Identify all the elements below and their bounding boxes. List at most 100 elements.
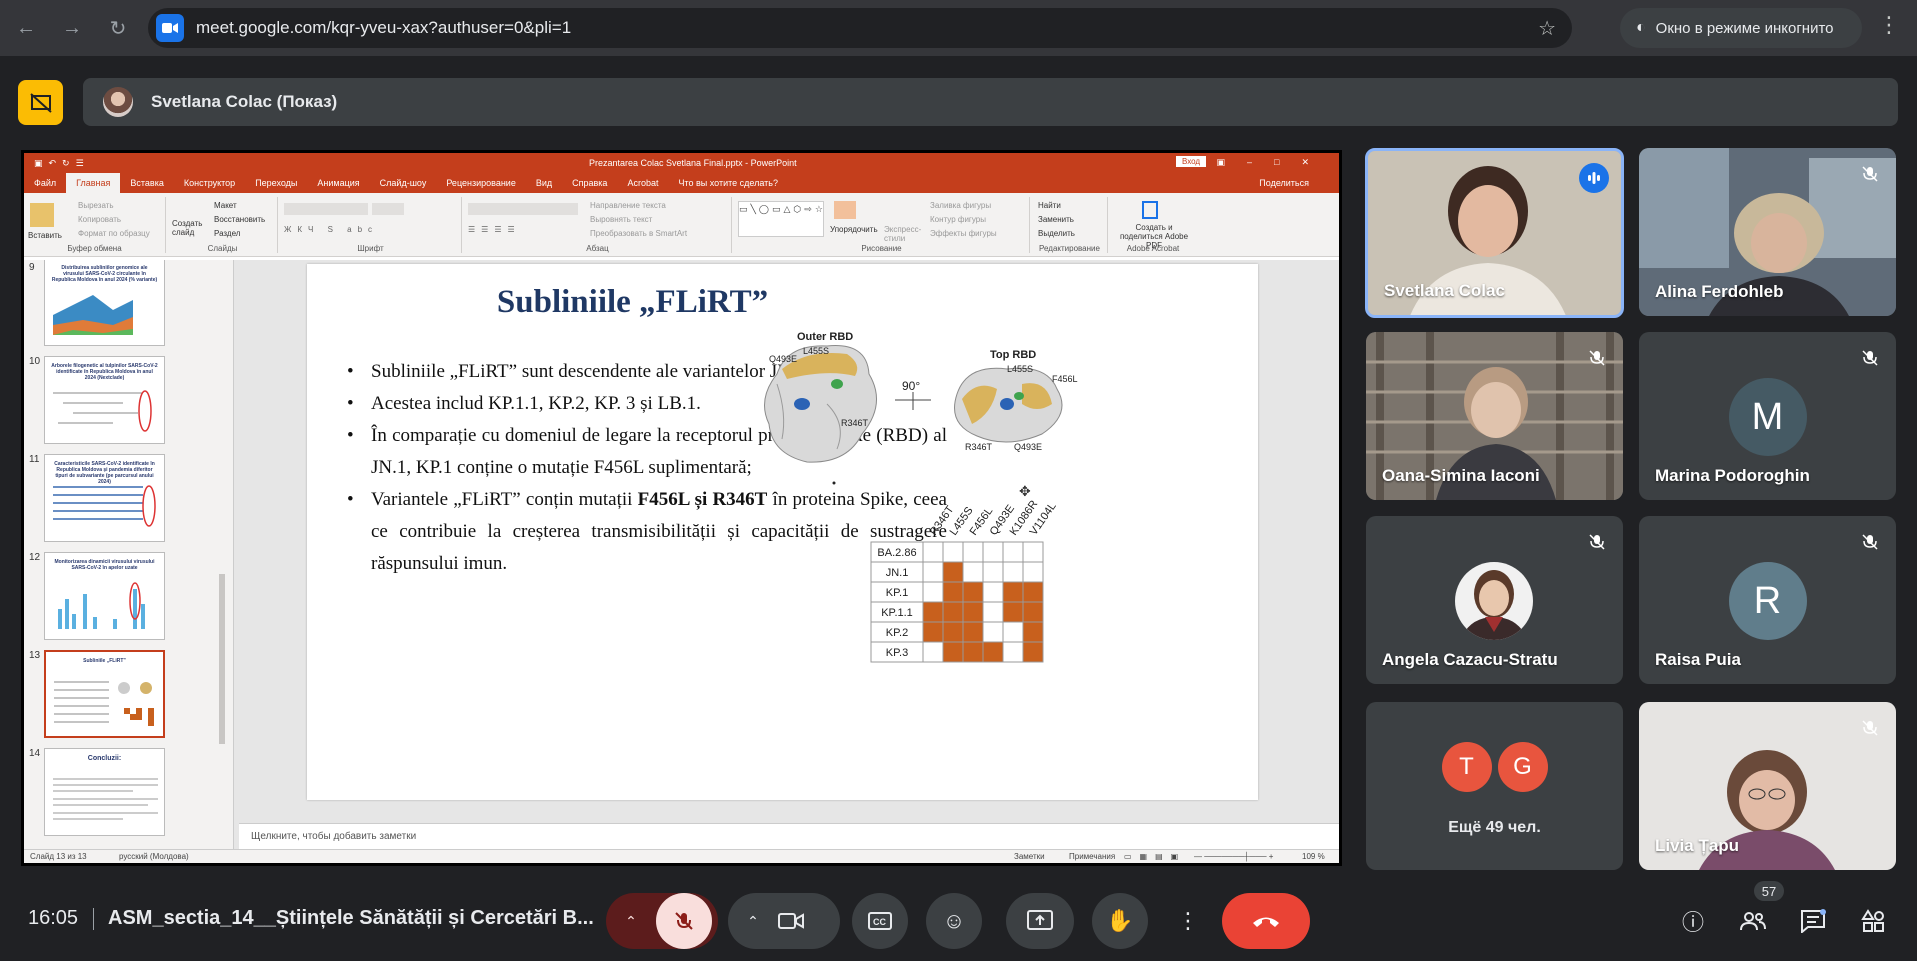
notes-pane[interactable]: Щелкните, чтобы добавить заметки (239, 823, 1339, 849)
replace-button[interactable]: Заменить (1038, 215, 1074, 224)
activities-icon[interactable] (1856, 904, 1890, 938)
slide-thumbnail[interactable]: Caracteristicile SARS-CoV-2 identificate… (44, 454, 165, 542)
present-button[interactable] (1006, 893, 1074, 949)
ppt-tab[interactable]: Вставка (120, 178, 173, 193)
url-text[interactable]: meet.google.com/kqr-yveu-xax?authuser=0&… (196, 18, 571, 38)
back-icon[interactable]: ← (6, 8, 46, 48)
participant-tile[interactable]: Svetlana Colac (1365, 148, 1624, 318)
reload-icon[interactable]: ↻ (98, 8, 138, 48)
ppt-tab[interactable]: Вид (526, 178, 562, 193)
layout-button[interactable]: Макет (214, 201, 237, 210)
slide-thumbnail[interactable]: Arborele filogenetic al tulpinilor SARS-… (44, 356, 165, 444)
font-family-select[interactable] (284, 203, 368, 215)
zoom-slider[interactable]: — ───────┼─── + (1194, 852, 1273, 861)
paragraph-group: ☰☰☰☰ Направление текста Выровнять текст … (464, 197, 732, 253)
people-icon[interactable] (1736, 904, 1770, 938)
align-text-button[interactable]: Выровнять текст (590, 215, 652, 224)
ppt-tell-me[interactable]: Что вы хотите сделать? (668, 178, 788, 193)
text-direction-button[interactable]: Направление текста (590, 201, 666, 210)
meeting-info-icon[interactable]: ⓘ (1676, 904, 1710, 938)
section-button[interactable]: Раздел (214, 229, 240, 238)
participant-tile[interactable]: Livia Țapu (1639, 702, 1896, 870)
shape-fill-button[interactable]: Заливка фигуры (930, 201, 991, 210)
forward-icon[interactable]: → (52, 8, 92, 48)
matrix-cell (1022, 541, 1044, 563)
slide-thumbnail[interactable]: Monitorizarea dinamicii virusului virusu… (44, 552, 165, 640)
slide-thumbnail-selected[interactable]: Subliniile „FLiRT” (44, 650, 165, 738)
avatar: G (1497, 742, 1548, 792)
ppt-tab[interactable]: Acrobat (617, 178, 668, 193)
arrange-button[interactable]: Упорядочить (830, 225, 878, 234)
slide-thumbnail[interactable]: Distribuirea subliniilor genomice ale vi… (44, 260, 165, 346)
notes-toggle[interactable]: Заметки (1014, 852, 1045, 861)
presentation-icon[interactable] (18, 80, 63, 125)
new-slide-button[interactable]: Создать слайд (172, 219, 206, 237)
paste-label[interactable]: Вставить (28, 231, 62, 240)
ppt-tab[interactable]: Справка (562, 178, 617, 193)
participant-tile[interactable]: R Raisa Puia (1639, 516, 1896, 684)
ppt-tab-active[interactable]: Главная (66, 173, 121, 193)
paste-icon[interactable] (30, 203, 54, 227)
more-participants-tile[interactable]: T G Ещё 49 чел. (1366, 702, 1623, 870)
slide-thumbnail[interactable]: Concluzii: (44, 748, 165, 836)
participant-tile[interactable]: Oana-Simina Iaconi (1366, 332, 1623, 500)
reactions-button[interactable]: ☺ (926, 893, 982, 949)
zoom-level[interactable]: 109 % (1302, 852, 1325, 861)
thumbnail-scrollbar[interactable] (217, 264, 227, 845)
mic-options-chevron-icon[interactable]: ⌃ (606, 913, 656, 930)
align-icons[interactable]: ☰☰☰☰ (468, 225, 521, 234)
scroll-thumb[interactable] (219, 574, 225, 744)
camera-options-chevron-icon[interactable]: ⌃ (728, 913, 778, 930)
window-controls-icons[interactable]: ▣–□✕ (1217, 157, 1332, 168)
language-indicator[interactable]: русский (Молдова) (119, 852, 189, 861)
avatar (1455, 562, 1533, 640)
cut-button[interactable]: Вырезать (78, 201, 114, 210)
leave-call-button[interactable] (1222, 893, 1310, 949)
shape-outline-button[interactable]: Контур фигуры (930, 215, 986, 224)
select-button[interactable]: Выделить (1038, 229, 1075, 238)
ppt-tab[interactable]: Анимация (307, 178, 369, 193)
ppt-share-button[interactable]: Поделиться (1249, 178, 1319, 193)
ppt-tab[interactable]: Слайд-шоу (370, 178, 437, 193)
camera-control[interactable]: ⌃ (728, 893, 840, 949)
view-buttons-icons[interactable]: ▭▦▤▣ (1124, 852, 1186, 861)
incognito-indicator[interactable]: ◐ Окно в режиме инкогнито (1620, 8, 1862, 48)
find-button[interactable]: Найти (1038, 201, 1061, 210)
ppt-tab[interactable]: Конструктор (174, 178, 245, 193)
raise-hand-button[interactable]: ✋ (1092, 893, 1148, 949)
mic-off-button[interactable] (656, 893, 712, 949)
participant-tile[interactable]: M Marina Podoroghin (1639, 332, 1896, 500)
bookmark-star-icon[interactable]: ☆ (1538, 16, 1556, 41)
meeting-title[interactable]: ASM_sectia_14__Științele Sănătății și Ce… (108, 907, 594, 930)
microphone-control[interactable]: ⌃ (606, 893, 718, 949)
copy-button[interactable]: Копировать (78, 215, 121, 224)
shape-effects-button[interactable]: Эффекты фигуры (930, 229, 997, 238)
current-slide[interactable]: Subliniile „FLiRT” Subliniile „FLiRT” su… (307, 264, 1258, 800)
list-buttons[interactable] (468, 203, 578, 215)
camera-icon[interactable] (778, 911, 804, 931)
more-options-button[interactable]: ⋮ (1166, 893, 1210, 949)
quick-styles-button[interactable]: Экспресс-стили (884, 225, 921, 243)
participant-tile[interactable]: Alina Ferdohleb (1639, 148, 1896, 316)
ppt-tab[interactable]: Рецензирование (436, 178, 526, 193)
ppt-login-button[interactable]: Вход (1176, 156, 1207, 167)
variant-label: KP.1.1 (881, 607, 913, 619)
matrix-cell (942, 561, 964, 583)
reset-button[interactable]: Восстановить (214, 215, 265, 224)
smartart-button[interactable]: Преобразовать в SmartArt (590, 229, 687, 238)
variant-label: BA.2.86 (877, 547, 916, 559)
font-format-icons[interactable]: ЖКЧ S abc (284, 225, 378, 234)
chat-icon[interactable] (1796, 904, 1830, 938)
avatar: R (1728, 562, 1807, 640)
ppt-tab[interactable]: Переходы (245, 178, 307, 193)
participant-tile[interactable]: Angela Cazacu-Stratu (1366, 516, 1623, 684)
font-size-select[interactable] (372, 203, 404, 215)
format-painter-button[interactable]: Формат по образцу (78, 229, 150, 238)
captions-button[interactable]: CC (852, 893, 908, 949)
mic-off-icon (1856, 160, 1884, 188)
browser-menu-icon[interactable]: ⋮ (1878, 12, 1900, 38)
comments-toggle[interactable]: Примечания (1069, 852, 1115, 861)
shapes-gallery[interactable]: ▭╲◯▭△⬡⇨☆▷⬠∟↶⌒⬜ (738, 201, 824, 237)
address-bar[interactable]: meet.google.com/kqr-yveu-xax?authuser=0&… (148, 8, 1572, 48)
ppt-tab[interactable]: Файл (24, 178, 66, 193)
